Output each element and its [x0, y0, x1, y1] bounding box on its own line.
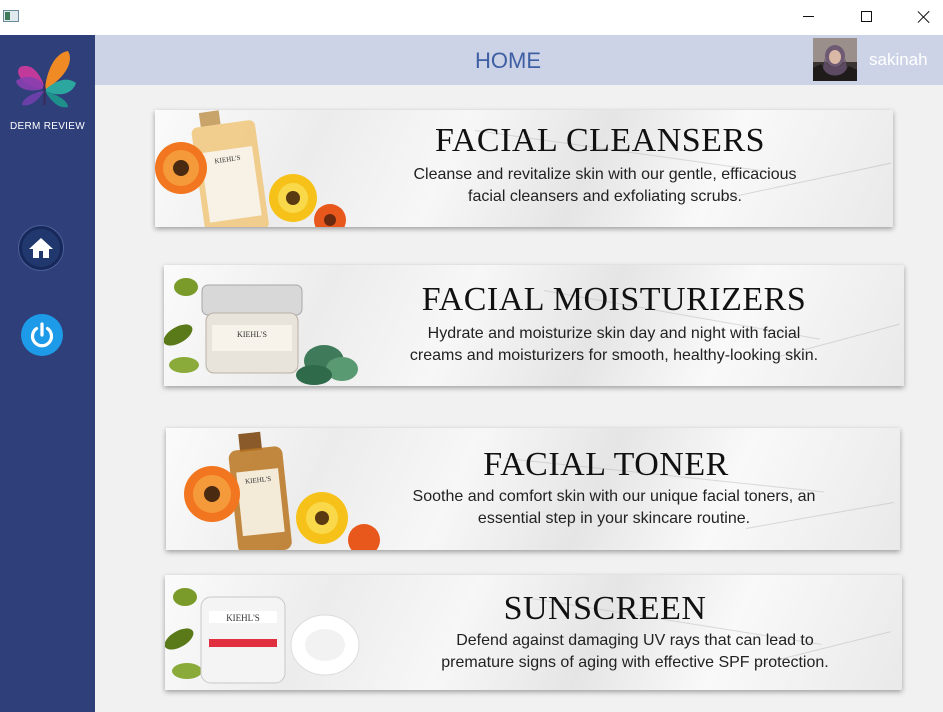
card-title: FACIAL TONER	[483, 446, 729, 483]
cleanser-product-image: KIEHL'S	[155, 110, 346, 227]
user-profile[interactable]: sakinah	[813, 36, 943, 84]
brand-label: KIEHL'S	[226, 613, 260, 623]
card-description: Defend against damaging UV rays that can…	[345, 630, 902, 674]
maximize-button[interactable]	[843, 0, 889, 33]
category-card-facial-toner[interactable]: KIEHL'S FACIAL TONER Soothe and comfort …	[166, 428, 900, 550]
card-description-line: facial cleansers and exfoliating scrubs.	[468, 188, 742, 205]
orange-flower-icon	[184, 466, 240, 522]
sidebar: DERM REVIEW	[0, 35, 95, 712]
card-description-line: Hydrate and moisturize skin day and nigh…	[427, 325, 801, 342]
category-card-sunscreen[interactable]: KIEHL'S SUNSCREEN Defend against damagin…	[165, 575, 902, 690]
card-title: FACIAL CLEANSERS	[434, 122, 766, 159]
app-icon	[3, 10, 19, 22]
logo-text: DERM REVIEW	[10, 121, 85, 132]
home-icon	[29, 238, 53, 258]
category-card-facial-cleansers[interactable]: KIEHL'S FACIAL CLEANSERS Cleanse and rev…	[155, 110, 893, 227]
title-bar	[0, 0, 943, 35]
orange-flower-icon	[155, 142, 207, 194]
close-button[interactable]	[901, 0, 943, 33]
card-title: SUNSCREEN	[503, 590, 707, 627]
category-list: KIEHL'S FACIAL CLEANSERS Cleanse and rev…	[95, 85, 943, 712]
yellow-flower-icon	[296, 492, 348, 544]
minimize-button[interactable]	[785, 0, 831, 33]
card-description-line: Cleanse and revitalize skin with our gen…	[413, 166, 797, 183]
card-description-line: creams and moisturizers for smooth, heal…	[409, 347, 819, 364]
card-description-line: premature signs of aging with effective …	[441, 654, 829, 671]
user-name: sakinah	[869, 50, 928, 69]
card-description: Cleanse and revitalize skin with our gen…	[335, 164, 875, 208]
card-title: FACIAL MOISTURIZERS	[421, 281, 807, 318]
olive-leaf-icon	[165, 588, 202, 679]
close-icon	[917, 10, 931, 24]
yellow-flower-icon	[269, 174, 317, 222]
minimize-icon	[802, 16, 814, 17]
moisturizer-product-image: KIEHL'S	[164, 278, 358, 385]
header-bar: HOME sakinah	[95, 35, 943, 85]
brand-label: KIEHL'S	[237, 330, 267, 339]
maximize-icon	[860, 11, 872, 22]
butterfly-logo-icon	[16, 51, 76, 108]
card-description-line: essential step in your skincare routine.	[477, 510, 751, 527]
app-window: DERM REVIEW HOME sakinah KIEHL'S FACIAL …	[0, 0, 943, 712]
power-icon	[30, 322, 54, 348]
category-card-facial-moisturizers[interactable]: KIEHL'S FACIAL MOISTURIZERS Hydrate and …	[164, 265, 904, 386]
card-description: Hydrate and moisturize skin day and nigh…	[344, 323, 884, 367]
card-description: Soothe and comfort skin with our unique …	[344, 486, 884, 530]
power-button[interactable]	[21, 314, 63, 356]
card-description-line: Defend against damaging UV rays that can…	[456, 632, 814, 649]
olive-leaf-icon	[164, 278, 199, 373]
card-description-line: Soothe and comfort skin with our unique …	[412, 488, 816, 505]
home-button[interactable]	[19, 226, 63, 270]
avatar	[813, 38, 857, 81]
page-title: HOME	[475, 48, 541, 73]
